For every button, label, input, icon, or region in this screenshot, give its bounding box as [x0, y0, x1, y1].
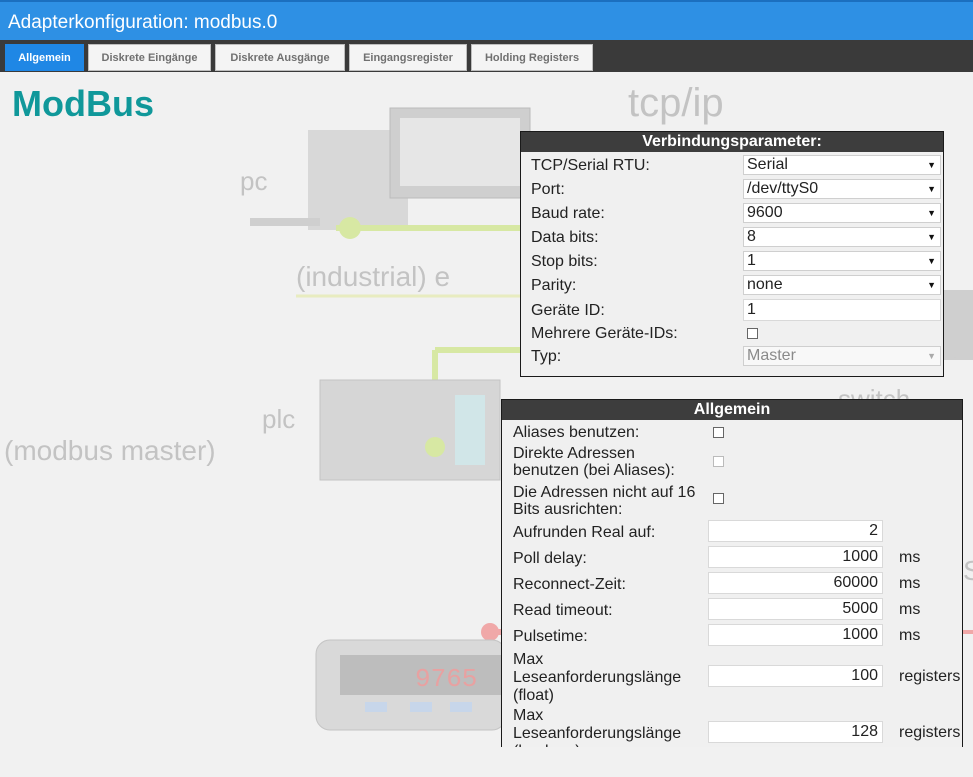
baud-rate-value: 9600: [747, 204, 783, 221]
max-read-float-label-line3: (float): [513, 687, 554, 704]
tab-bar: Allgemein Diskrete Eingänge Diskrete Aus…: [0, 40, 973, 72]
general-panel-title: Allgemein: [502, 400, 962, 420]
parity-select[interactable]: none ▼: [743, 275, 941, 295]
direct-addresses-checkbox[interactable]: [713, 456, 724, 467]
window-title: Adapterkonfiguration: modbus.0: [0, 0, 973, 40]
meter-button: [450, 702, 472, 712]
chevron-down-icon: ▼: [927, 184, 936, 194]
data-bits-select[interactable]: 8 ▼: [743, 227, 941, 247]
type-label: Typ:: [531, 348, 562, 365]
tab-holding-registers[interactable]: Holding Registers: [471, 44, 593, 71]
connection-panel-title: Verbindungsparameter:: [521, 132, 943, 152]
direct-addresses-label-line2: benutzen (bei Aliases):: [513, 462, 675, 479]
plc-node: [425, 437, 445, 457]
max-read-bool-input[interactable]: 128: [708, 721, 883, 743]
chevron-down-icon: ▼: [927, 208, 936, 218]
stop-bits-label: Stop bits:: [531, 253, 598, 270]
multiple-device-ids-label: Mehrere Geräte-IDs:: [531, 325, 678, 342]
pulsetime-label: Pulsetime:: [513, 628, 588, 645]
parity-value: none: [747, 276, 783, 293]
meter-button: [365, 702, 387, 712]
aliases-checkbox[interactable]: [713, 427, 724, 438]
general-settings-panel: Allgemein Aliases benutzen: Direkte Adre…: [501, 399, 963, 777]
aliases-label: Aliases benutzen:: [513, 424, 640, 441]
chevron-down-icon: ▼: [927, 351, 936, 361]
meter-readout: 9765: [415, 664, 477, 694]
multiple-device-ids-checkbox[interactable]: [747, 328, 758, 339]
reconnect-time-label: Reconnect-Zeit:: [513, 576, 626, 593]
port-label: Port:: [531, 181, 565, 198]
connection-parameters-panel: Verbindungsparameter: TCP/Serial RTU: Se…: [520, 131, 944, 377]
plc-role-label: (modbus master): [4, 435, 216, 466]
max-read-float-label-line2: Leseanforderungslänge: [513, 669, 682, 686]
scroll-clip-area: [0, 747, 973, 777]
reconnect-time-unit: ms: [899, 575, 921, 592]
port-select[interactable]: /dev/ttyS0 ▼: [743, 179, 941, 199]
stop-bits-select[interactable]: 1 ▼: [743, 251, 941, 271]
round-real-input[interactable]: 2: [708, 520, 883, 542]
stop-bits-value: 1: [747, 252, 756, 269]
meter-button: [410, 702, 432, 712]
monitor-screen-shape: [400, 118, 520, 186]
tab-eingangsregister[interactable]: Eingangsregister: [349, 44, 467, 71]
keyboard-shape: [250, 218, 320, 226]
tcpip-label: tcp/ip: [628, 81, 724, 125]
baud-rate-label: Baud rate:: [531, 205, 605, 222]
read-timeout-unit: ms: [899, 601, 921, 618]
data-bits-label: Data bits:: [531, 229, 599, 246]
port-value: /dev/ttyS0: [747, 180, 819, 197]
poll-delay-unit: ms: [899, 549, 921, 566]
device-id-label: Geräte ID:: [531, 302, 605, 319]
type-select[interactable]: Master ▼: [743, 346, 941, 366]
tab-diskrete-ausgaenge[interactable]: Diskrete Ausgänge: [215, 44, 345, 71]
poll-delay-label: Poll delay:: [513, 550, 587, 567]
page-title: ModBus: [12, 83, 154, 124]
parity-label: Parity:: [531, 277, 577, 294]
round-real-label: Aufrunden Real auf:: [513, 524, 656, 541]
read-timeout-input[interactable]: 5000: [708, 598, 883, 620]
align-addresses-checkbox[interactable]: [713, 493, 724, 504]
max-read-float-input[interactable]: 100: [708, 665, 883, 687]
tab-diskrete-eingaenge[interactable]: Diskrete Eingänge: [88, 44, 211, 71]
device-id-input[interactable]: 1: [743, 299, 941, 321]
max-read-float-unit: registers: [899, 668, 961, 685]
chevron-down-icon: ▼: [927, 280, 936, 290]
type-value: Master: [747, 347, 796, 364]
reconnect-time-input[interactable]: 60000: [708, 572, 883, 594]
plc-module-shape: [455, 395, 485, 465]
tab-allgemein[interactable]: Allgemein: [5, 44, 84, 71]
pc-label: pc: [240, 166, 267, 196]
read-timeout-label: Read timeout:: [513, 602, 613, 619]
align-addresses-label-line2: Bits ausrichten:: [513, 501, 623, 518]
tcp-serial-label: TCP/Serial RTU:: [531, 157, 650, 174]
max-read-bool-unit: registers: [899, 724, 961, 741]
data-bits-value: 8: [747, 228, 756, 245]
poll-delay-input[interactable]: 1000: [708, 546, 883, 568]
max-read-float-label-line1: Max: [513, 651, 544, 668]
chevron-down-icon: ▼: [927, 160, 936, 170]
chevron-down-icon: ▼: [927, 256, 936, 266]
chevron-down-icon: ▼: [927, 232, 936, 242]
pulsetime-unit: ms: [899, 627, 921, 644]
max-read-bool-label-line2: Leseanforderungslänge: [513, 725, 682, 742]
industrial-ethernet-label: (industrial) e: [296, 261, 450, 292]
cable-node: [339, 217, 361, 239]
tcp-serial-select[interactable]: Serial ▼: [743, 155, 941, 175]
plc-label: plc: [262, 404, 295, 434]
tcp-serial-value: Serial: [747, 156, 788, 173]
device-label-fragment: S: [963, 555, 973, 586]
baud-rate-select[interactable]: 9600 ▼: [743, 203, 941, 223]
serial-node: [481, 623, 499, 641]
pulsetime-input[interactable]: 1000: [708, 624, 883, 646]
max-read-bool-label-line1: Max: [513, 707, 544, 724]
